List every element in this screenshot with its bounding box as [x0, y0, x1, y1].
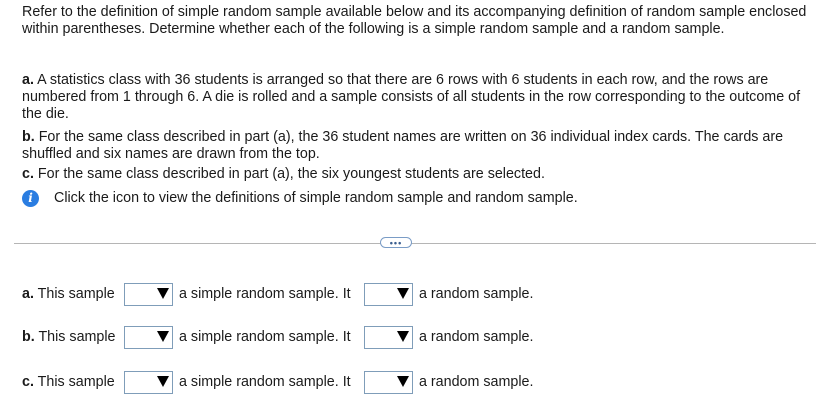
srs-dropdown-c[interactable] — [124, 370, 173, 394]
dropdown-arrow-icon — [157, 375, 169, 387]
answer-row-prefix: This sample — [37, 373, 115, 390]
dropdown-arrow-icon — [397, 375, 409, 387]
part-b-label: b. — [22, 129, 35, 145]
answer-row-label: b. This sample — [22, 329, 124, 346]
part-a-text: a. A statistics class with 36 students i… — [22, 72, 812, 123]
question-intro: Refer to the definition of simple random… — [22, 4, 807, 37]
answer-row-c: c. This sample a simple random sample. I… — [22, 370, 533, 394]
dropdown-arrow-icon — [157, 330, 169, 342]
random-sample-dropdown-b[interactable] — [364, 325, 413, 349]
dropdown-arrow-icon — [397, 287, 409, 299]
answer-end-text: a random sample. — [419, 373, 534, 390]
answer-end-text: a random sample. — [419, 285, 534, 302]
part-b-body: For the same class described in part (a)… — [22, 129, 784, 162]
expand-button[interactable]: ••• — [380, 237, 412, 248]
info-row: i Click the icon to view the definitions… — [22, 188, 578, 208]
answer-row-a: a. This sample a simple random sample. I… — [22, 282, 533, 306]
answer-mid-text: a simple random sample. It — [179, 373, 351, 390]
answer-mid-text: a simple random sample. It — [179, 285, 351, 302]
info-icon[interactable]: i — [22, 189, 39, 207]
random-sample-dropdown-a[interactable] — [364, 282, 413, 306]
srs-dropdown-b[interactable] — [124, 325, 173, 349]
part-a-label: a. — [22, 72, 34, 88]
answer-row-b: b. This sample a simple random sample. I… — [22, 325, 533, 349]
section-divider — [14, 243, 816, 244]
part-b-text: b. For the same class described in part … — [22, 129, 812, 163]
dropdown-arrow-icon — [157, 287, 169, 299]
part-c-text: c. For the same class described in part … — [22, 166, 812, 183]
part-a-body: A statistics class with 36 students is a… — [22, 72, 801, 122]
answer-end-text: a random sample. — [419, 328, 534, 345]
answer-row-prefix: This sample — [38, 328, 116, 345]
answer-row-label: a. This sample — [22, 286, 124, 303]
srs-dropdown-a[interactable] — [124, 282, 173, 306]
answer-row-letter: c. — [22, 373, 34, 390]
part-c-label: c. — [22, 166, 34, 182]
answer-row-prefix: This sample — [37, 285, 115, 302]
dropdown-arrow-icon — [397, 330, 409, 342]
answer-row-letter: a. — [22, 285, 34, 302]
answer-mid-text: a simple random sample. It — [179, 328, 351, 345]
answer-row-label: c. This sample — [22, 374, 124, 391]
answer-row-letter: b. — [22, 328, 35, 345]
info-text: Click the icon to view the definitions o… — [54, 189, 578, 206]
random-sample-dropdown-c[interactable] — [364, 370, 413, 394]
part-c-body: For the same class described in part (a)… — [37, 166, 545, 182]
